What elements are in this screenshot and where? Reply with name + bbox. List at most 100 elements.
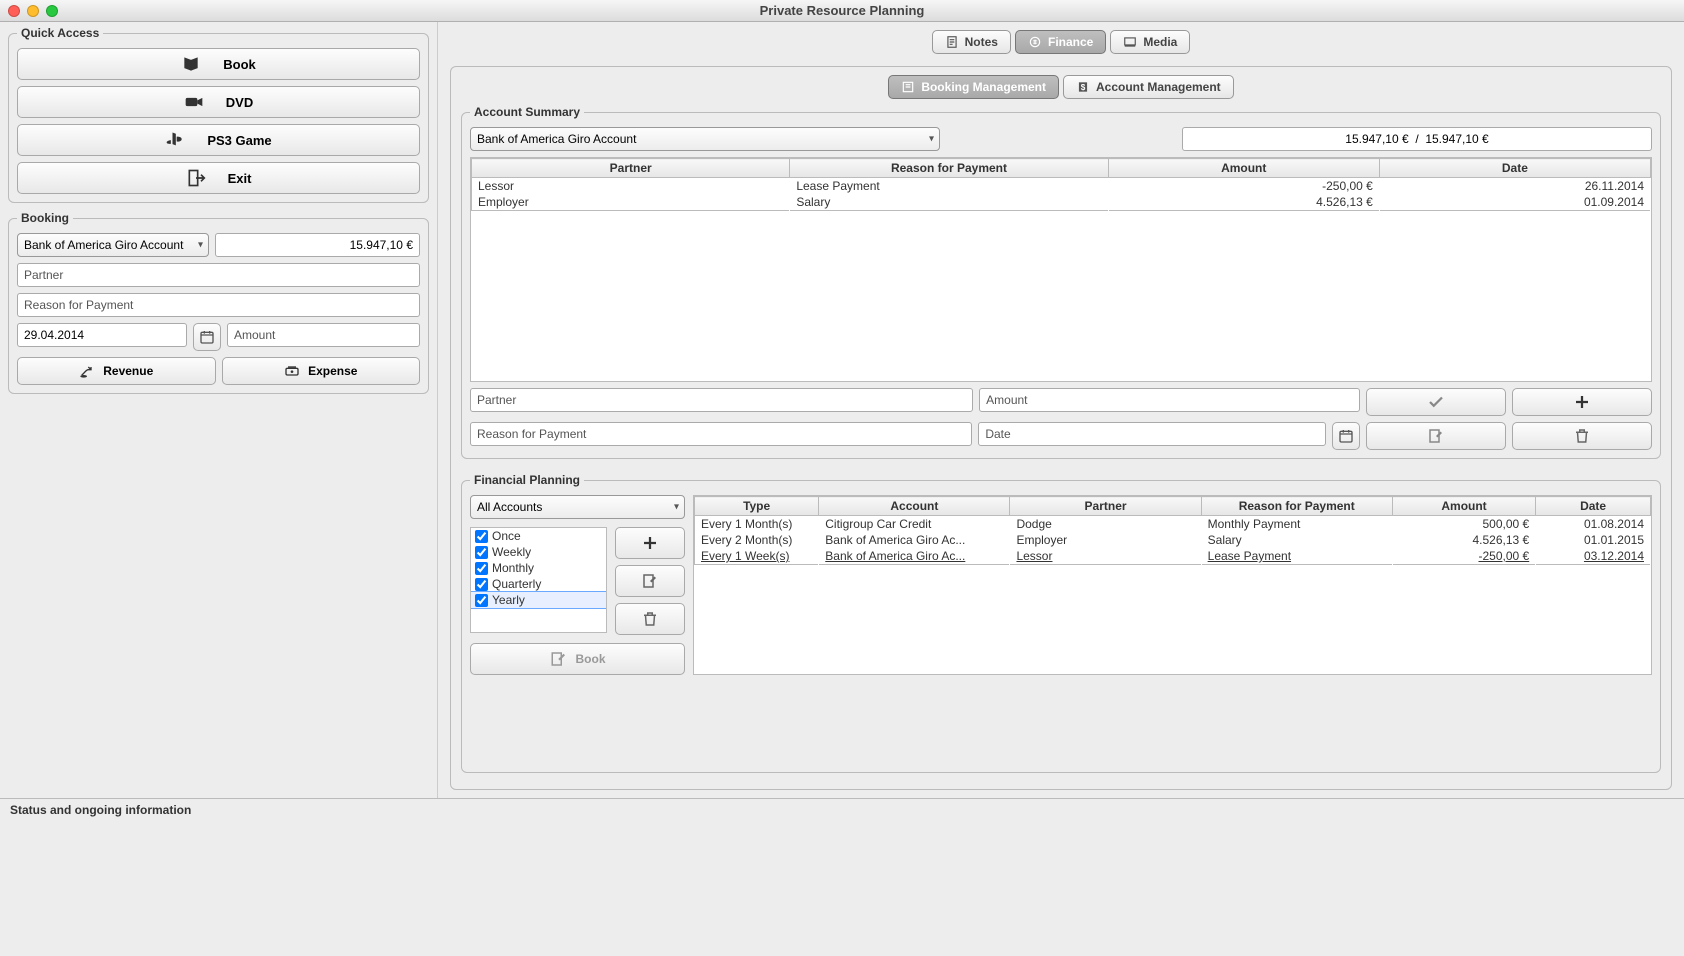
financial-planning-legend: Financial Planning <box>470 473 584 487</box>
summary-table-scroll[interactable]: Partner Reason for Payment Amount Date L… <box>470 157 1652 382</box>
summary-partner-input[interactable] <box>470 388 973 412</box>
finance-icon <box>1028 35 1042 49</box>
planning-table-scroll[interactable]: Type Account Partner Reason for Payment … <box>693 495 1652 675</box>
table-row[interactable]: LessorLease Payment-250,00 €26.11.2014 <box>472 178 1651 195</box>
col-reason[interactable]: Reason for Payment <box>790 159 1108 178</box>
freq-yearly[interactable]: Yearly <box>471 592 606 608</box>
tab-booking-management[interactable]: Booking Management <box>888 75 1059 99</box>
expense-label: Expense <box>308 364 357 378</box>
quick-dvd-label: DVD <box>226 95 253 110</box>
expense-button[interactable]: Expense <box>222 357 421 385</box>
summary-confirm-button[interactable] <box>1366 388 1506 416</box>
summary-table: Partner Reason for Payment Amount Date L… <box>471 158 1651 211</box>
edit-icon <box>1427 427 1445 445</box>
summary-date-input[interactable] <box>978 422 1326 446</box>
tab-media-label: Media <box>1143 35 1177 49</box>
trash-icon <box>1573 427 1591 445</box>
ledger-icon <box>901 80 915 94</box>
tab-account-mgmt-label: Account Management <box>1096 80 1221 94</box>
tab-notes[interactable]: Notes <box>932 30 1011 54</box>
revenue-button[interactable]: Revenue <box>17 357 216 385</box>
planning-add-button[interactable] <box>615 527 685 559</box>
pcol-reason[interactable]: Reason for Payment <box>1201 497 1392 516</box>
quick-book-label: Book <box>223 57 256 72</box>
quick-access-group: Quick Access Book DVD PS3 Game <box>8 26 429 203</box>
table-row[interactable]: Every 2 Month(s)Bank of America Giro Ac.… <box>695 532 1651 548</box>
module-tabbar: Notes Finance Media <box>450 30 1672 54</box>
quick-exit-label: Exit <box>228 171 252 186</box>
booking-date-input[interactable] <box>17 323 187 347</box>
window-titlebar: Private Resource Planning <box>0 0 1684 22</box>
window-title: Private Resource Planning <box>0 3 1684 18</box>
tab-media[interactable]: Media <box>1110 30 1190 54</box>
pcol-amount[interactable]: Amount <box>1392 497 1535 516</box>
quick-ps3-label: PS3 Game <box>207 133 271 148</box>
frequency-list[interactable]: Once Weekly Monthly Quarterly Yearly <box>470 527 607 633</box>
summary-edit-button[interactable] <box>1366 422 1506 450</box>
pcol-account[interactable]: Account <box>819 497 1010 516</box>
check-icon <box>1427 393 1445 411</box>
quick-access-legend: Quick Access <box>17 26 103 40</box>
trash-icon <box>641 610 659 628</box>
plus-icon <box>641 534 659 552</box>
finance-sub-tabbar: Booking Management $ Account Management <box>461 75 1661 99</box>
tab-account-management[interactable]: $ Account Management <box>1063 75 1234 99</box>
status-text: Status and ongoing information <box>10 803 191 817</box>
summary-add-button[interactable] <box>1512 388 1652 416</box>
planning-book-button[interactable]: Book <box>470 643 685 675</box>
summary-date-picker-button[interactable] <box>1332 422 1360 450</box>
planning-account-select[interactable]: All Accounts <box>470 495 685 519</box>
freq-weekly[interactable]: Weekly <box>471 544 606 560</box>
svg-text:$: $ <box>1081 83 1086 92</box>
col-amount[interactable]: Amount <box>1108 159 1379 178</box>
calendar-icon <box>1338 428 1354 444</box>
notes-icon <box>945 35 959 49</box>
table-row[interactable]: Every 1 Week(s)Bank of America Giro Ac..… <box>695 548 1651 565</box>
booking-reason-input[interactable] <box>17 293 420 317</box>
calendar-icon <box>199 329 215 345</box>
quick-dvd-button[interactable]: DVD <box>17 86 420 118</box>
tab-booking-mgmt-label: Booking Management <box>921 80 1046 94</box>
col-date[interactable]: Date <box>1379 159 1650 178</box>
account-summary-legend: Account Summary <box>470 105 584 119</box>
media-icon <box>1123 35 1137 49</box>
playstation-icon <box>165 130 185 150</box>
expense-icon <box>284 363 300 379</box>
ledger-pencil-icon <box>550 650 568 668</box>
pcol-partner[interactable]: Partner <box>1010 497 1201 516</box>
edit-icon <box>641 572 659 590</box>
freq-once[interactable]: Once <box>471 528 606 544</box>
revenue-label: Revenue <box>103 364 153 378</box>
quick-exit-button[interactable]: Exit <box>17 162 420 194</box>
planning-delete-button[interactable] <box>615 603 685 635</box>
table-row[interactable]: EmployerSalary4.526,13 €01.09.2014 <box>472 194 1651 211</box>
revenue-icon <box>79 363 95 379</box>
quick-book-button[interactable]: Book <box>17 48 420 80</box>
summary-amount-input[interactable] <box>979 388 1360 412</box>
booking-partner-input[interactable] <box>17 263 420 287</box>
booking-amount-input[interactable] <box>227 323 420 347</box>
booking-legend: Booking <box>17 211 73 225</box>
quick-ps3-button[interactable]: PS3 Game <box>17 124 420 156</box>
book-icon <box>181 54 201 74</box>
planning-edit-button[interactable] <box>615 565 685 597</box>
exit-icon <box>186 168 206 188</box>
table-row[interactable]: Every 1 Month(s)Citigroup Car CreditDodg… <box>695 516 1651 533</box>
freq-quarterly[interactable]: Quarterly <box>471 576 606 592</box>
summary-reason-input[interactable] <box>470 422 972 446</box>
planning-table: Type Account Partner Reason for Payment … <box>694 496 1651 565</box>
booking-date-picker-button[interactable] <box>193 323 221 351</box>
tab-finance-label: Finance <box>1048 35 1093 49</box>
booking-account-select[interactable]: Bank of America Giro Account <box>17 233 209 257</box>
summary-account-select[interactable]: Bank of America Giro Account <box>470 127 940 151</box>
booking-balance-display <box>215 233 420 257</box>
freq-monthly[interactable]: Monthly <box>471 560 606 576</box>
summary-delete-button[interactable] <box>1512 422 1652 450</box>
booking-group: Booking Bank of America Giro Account <box>8 211 429 394</box>
tab-finance[interactable]: Finance <box>1015 30 1106 54</box>
pcol-type[interactable]: Type <box>695 497 819 516</box>
pcol-date[interactable]: Date <box>1536 497 1651 516</box>
status-bar: Status and ongoing information <box>0 798 1684 826</box>
financial-planning-group: Financial Planning All Accounts Once Wee… <box>461 473 1661 773</box>
col-partner[interactable]: Partner <box>472 159 790 178</box>
